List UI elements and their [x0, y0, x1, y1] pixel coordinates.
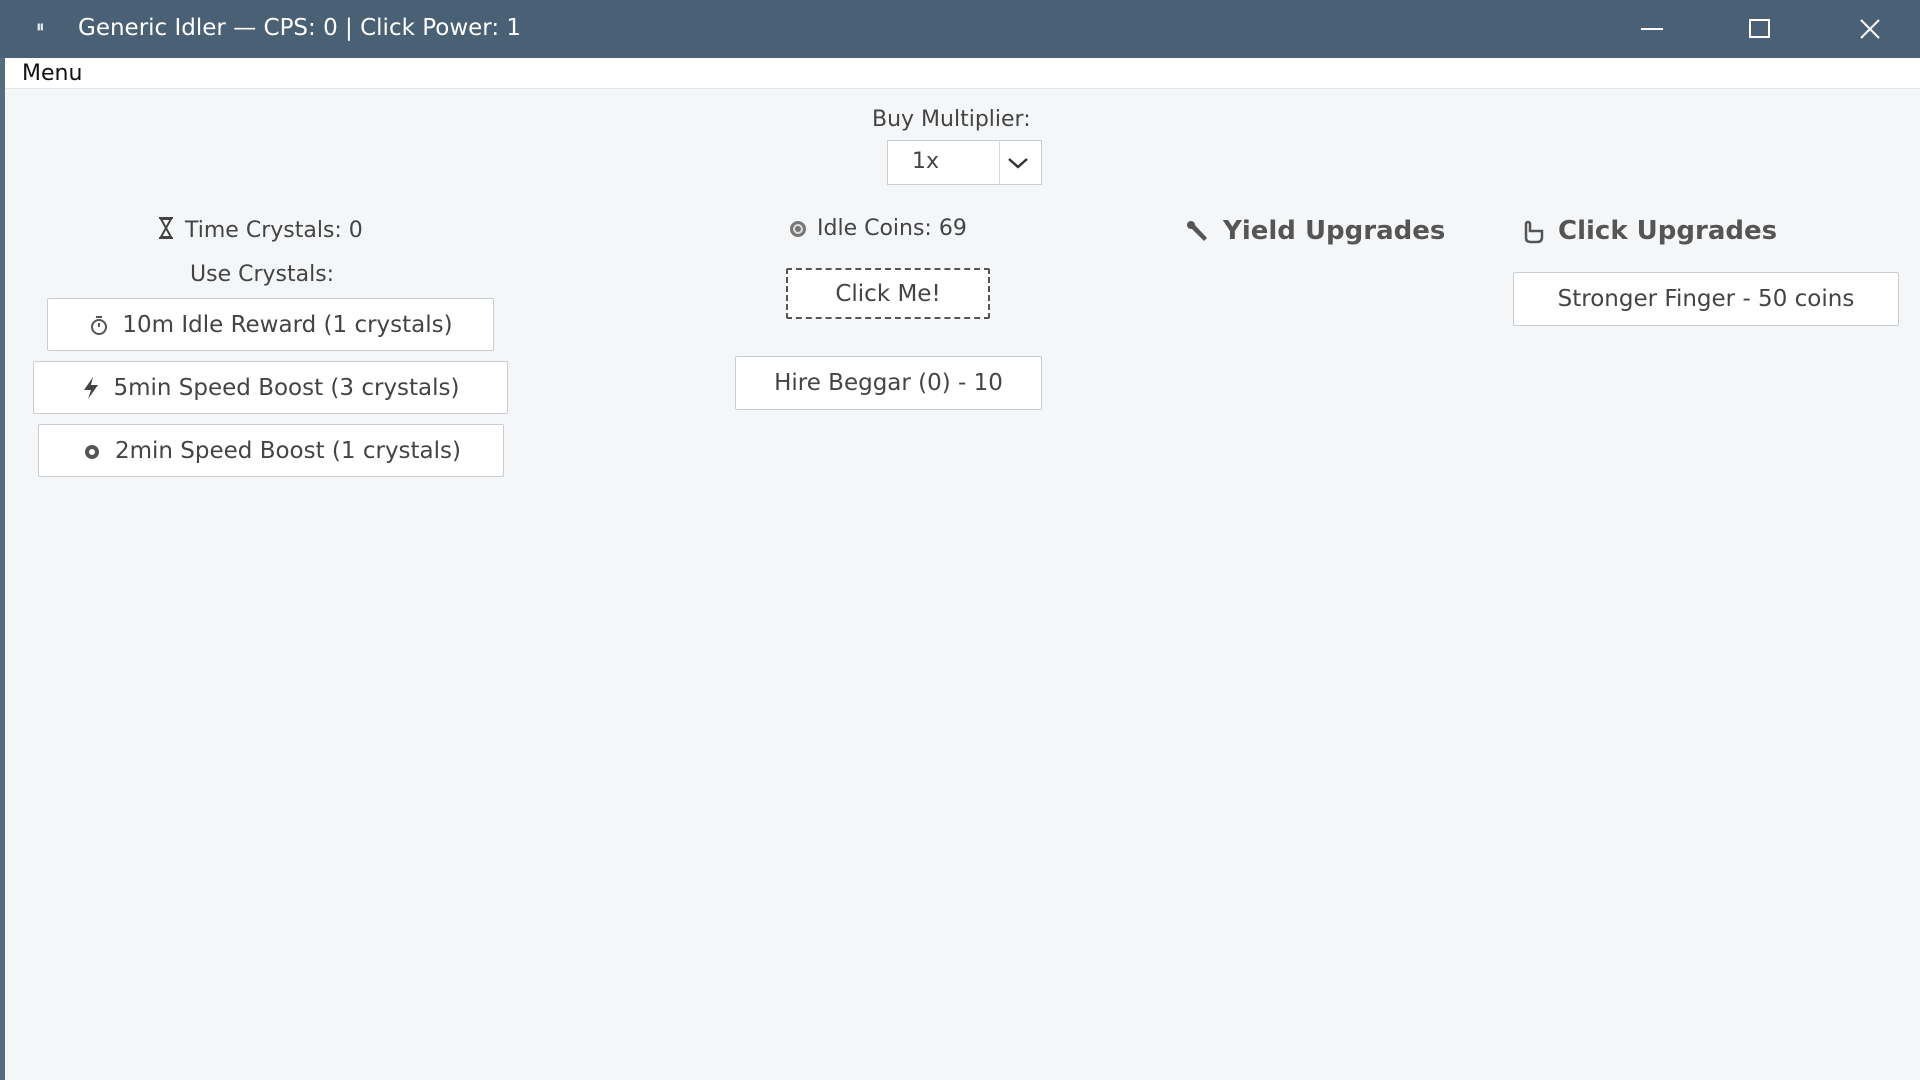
hire-beggar-button[interactable]: Hire Beggar (0) - 10	[735, 356, 1042, 410]
buy-multiplier-label: Buy Multiplier:	[872, 107, 1031, 132]
idle-coins-text: Idle Coins: 69	[817, 216, 967, 241]
idle-coins-label: Idle Coins: 69	[787, 216, 967, 241]
lightning-icon	[84, 376, 99, 399]
speed-boost-2min-label: 2min Speed Boost (1 crystals)	[114, 437, 462, 464]
menu-bar: Menu	[0, 58, 1920, 89]
idle-reward-button[interactable]: 10m Idle Reward (1 crystals)	[47, 298, 494, 351]
click-me-label: Click Me!	[835, 280, 941, 307]
menu-item-menu[interactable]: Menu	[22, 61, 82, 86]
app-icon: ⏸	[36, 17, 45, 37]
hourglass-icon	[159, 217, 173, 239]
buy-multiplier-select[interactable]: 1x	[887, 140, 1042, 185]
yield-upgrades-title: Yield Upgrades	[1223, 216, 1446, 246]
pointer-hand-icon	[1524, 220, 1544, 244]
time-crystals-label: Time Crystals: 0	[155, 216, 363, 243]
click-upgrades-title: Click Upgrades	[1558, 216, 1778, 246]
title-bar: ⏸ Generic Idler — CPS: 0 | Click Power: …	[0, 0, 1920, 58]
maximize-icon	[1749, 19, 1770, 38]
coin-icon	[790, 221, 806, 237]
speed-boost-5min-button[interactable]: 5min Speed Boost (3 crystals)	[33, 361, 508, 414]
buy-multiplier-value: 1x	[912, 149, 940, 174]
minimize-icon	[1641, 28, 1663, 30]
chevron-down-icon	[1008, 158, 1028, 169]
minimize-button[interactable]	[1597, 0, 1707, 58]
stopwatch-icon	[91, 315, 108, 335]
speed-boost-5min-label: 5min Speed Boost (3 crystals)	[113, 374, 460, 401]
window-title: Generic Idler — CPS: 0 | Click Power: 1	[78, 15, 522, 41]
stronger-finger-button[interactable]: Stronger Finger - 50 coins	[1513, 272, 1899, 326]
time-crystals-text: Time Crystals: 0	[185, 218, 363, 243]
wrench-icon	[1187, 221, 1207, 241]
close-icon	[1860, 19, 1880, 39]
window-edge	[0, 58, 5, 1080]
maximize-button[interactable]	[1705, 0, 1815, 58]
use-crystals-label: Use Crystals:	[190, 262, 335, 287]
click-upgrades-heading: Click Upgrades	[1520, 216, 1777, 246]
close-button[interactable]	[1815, 0, 1920, 58]
gem-icon	[84, 444, 99, 459]
speed-boost-2min-button[interactable]: 2min Speed Boost (1 crystals)	[38, 424, 504, 477]
stronger-finger-label: Stronger Finger - 50 coins	[1557, 286, 1855, 312]
click-me-button[interactable]: Click Me!	[786, 268, 990, 319]
yield-upgrades-heading: Yield Upgrades	[1185, 216, 1445, 246]
idle-reward-label: 10m Idle Reward (1 crystals)	[122, 311, 453, 338]
hire-beggar-label: Hire Beggar (0) - 10	[774, 370, 1003, 396]
select-divider	[999, 141, 1000, 184]
